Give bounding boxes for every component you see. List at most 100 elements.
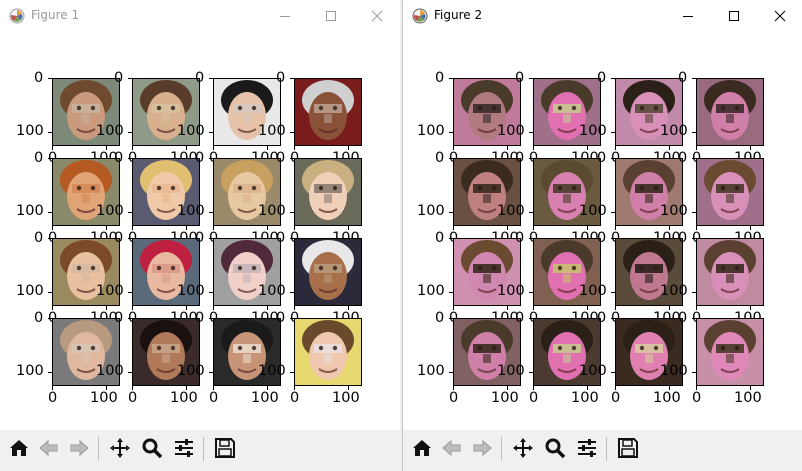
magnifier-icon: [141, 437, 163, 459]
zoom-button[interactable]: [139, 435, 165, 461]
tick-mark: [587, 386, 588, 390]
y-tick-label: 100: [96, 283, 124, 299]
y-tick-label: 0: [114, 310, 124, 326]
tick-mark: [669, 226, 670, 230]
tick-mark: [290, 78, 294, 79]
tick-mark: [48, 78, 52, 79]
tick-mark: [48, 292, 52, 293]
minimize-icon: [280, 16, 290, 17]
close-button[interactable]: [757, 0, 802, 32]
tick-mark: [449, 212, 453, 213]
tick-mark: [750, 386, 751, 390]
tick-mark: [128, 292, 132, 293]
tick-mark: [294, 386, 295, 390]
toolbar-separator: [203, 437, 204, 461]
forward-arrow-icon: [471, 437, 493, 459]
tick-mark: [348, 386, 349, 390]
x-tick-label: 0: [290, 390, 300, 406]
configure-subplots-button[interactable]: [171, 435, 197, 461]
tick-mark: [290, 238, 294, 239]
tick-mark: [209, 372, 213, 373]
y-tick-label: 0: [114, 230, 124, 246]
pan-button[interactable]: [510, 435, 536, 461]
home-icon: [8, 437, 30, 459]
y-tick-label: 100: [660, 123, 688, 139]
tick-mark: [48, 372, 52, 373]
tick-mark: [128, 318, 132, 319]
tick-mark: [507, 386, 508, 390]
figure-2-toolbar: [403, 430, 802, 471]
pan-button[interactable]: [107, 435, 133, 461]
tick-mark: [533, 146, 534, 150]
tick-mark: [449, 292, 453, 293]
figure-2-titlebar[interactable]: Figure 2: [403, 0, 802, 32]
minimize-button[interactable]: [665, 0, 711, 32]
y-tick-label: 0: [678, 150, 688, 166]
x-tick-label: 0: [529, 390, 539, 406]
x-tick-label: 0: [48, 390, 58, 406]
x-tick-label: 0: [611, 390, 621, 406]
forward-button[interactable]: [66, 435, 92, 461]
maximize-button[interactable]: [711, 0, 757, 32]
tick-mark: [587, 306, 588, 310]
tick-mark: [533, 386, 534, 390]
tick-mark: [267, 226, 268, 230]
y-tick-label: 0: [34, 310, 44, 326]
window-title: Figure 1: [31, 8, 80, 22]
subplot-face-image: [294, 158, 362, 226]
tick-mark: [529, 132, 533, 133]
x-tick-label: 100: [653, 390, 681, 406]
y-tick-label: 0: [276, 70, 286, 86]
tick-mark: [48, 132, 52, 133]
tick-mark: [267, 386, 268, 390]
tick-mark: [128, 132, 132, 133]
x-tick-label: 100: [90, 390, 118, 406]
tick-mark: [611, 238, 615, 239]
tick-mark: [529, 238, 533, 239]
back-arrow-icon: [441, 437, 463, 459]
minimize-button[interactable]: [262, 0, 308, 32]
tick-mark: [294, 226, 295, 230]
y-tick-label: 0: [195, 230, 205, 246]
save-button[interactable]: [212, 435, 238, 461]
back-button[interactable]: [36, 435, 62, 461]
back-button[interactable]: [439, 435, 465, 461]
figure-2-canvas[interactable]: 0 100 0 100 0 100 0 100 0 100 0 100 0 100 0 100: [403, 32, 802, 430]
tick-mark: [507, 226, 508, 230]
tick-mark: [529, 158, 533, 159]
sliders-icon: [576, 437, 598, 459]
y-tick-label: 0: [34, 230, 44, 246]
tick-mark: [290, 318, 294, 319]
tick-mark: [128, 238, 132, 239]
zoom-button[interactable]: [542, 435, 568, 461]
y-tick-label: 100: [497, 283, 525, 299]
tick-mark: [348, 306, 349, 310]
close-button[interactable]: [354, 0, 400, 32]
tick-mark: [696, 226, 697, 230]
figure-1-canvas[interactable]: 0 100 0 100 0 100 0 100 0 100 0 100 0 100 0 100: [0, 32, 400, 430]
maximize-button[interactable]: [308, 0, 354, 32]
subplot-face-image: [294, 78, 362, 146]
tick-mark: [692, 78, 696, 79]
floppy-disk-icon: [214, 437, 236, 459]
tick-mark: [611, 212, 615, 213]
forward-button[interactable]: [469, 435, 495, 461]
tick-mark: [507, 306, 508, 310]
y-tick-label: 100: [96, 363, 124, 379]
y-tick-label: 100: [177, 123, 205, 139]
figure-1-titlebar[interactable]: Figure 1: [0, 0, 400, 32]
matplotlib-logo-icon: [412, 8, 428, 24]
save-button[interactable]: [615, 435, 641, 461]
home-button[interactable]: [409, 435, 435, 461]
home-button[interactable]: [6, 435, 32, 461]
tick-mark: [611, 318, 615, 319]
y-tick-label: 0: [195, 70, 205, 86]
tick-mark: [209, 292, 213, 293]
tick-mark: [186, 226, 187, 230]
configure-subplots-button[interactable]: [574, 435, 600, 461]
tick-mark: [669, 146, 670, 150]
y-tick-label: 0: [34, 150, 44, 166]
tick-mark: [132, 386, 133, 390]
tick-mark: [669, 386, 670, 390]
maximize-icon: [326, 11, 336, 21]
